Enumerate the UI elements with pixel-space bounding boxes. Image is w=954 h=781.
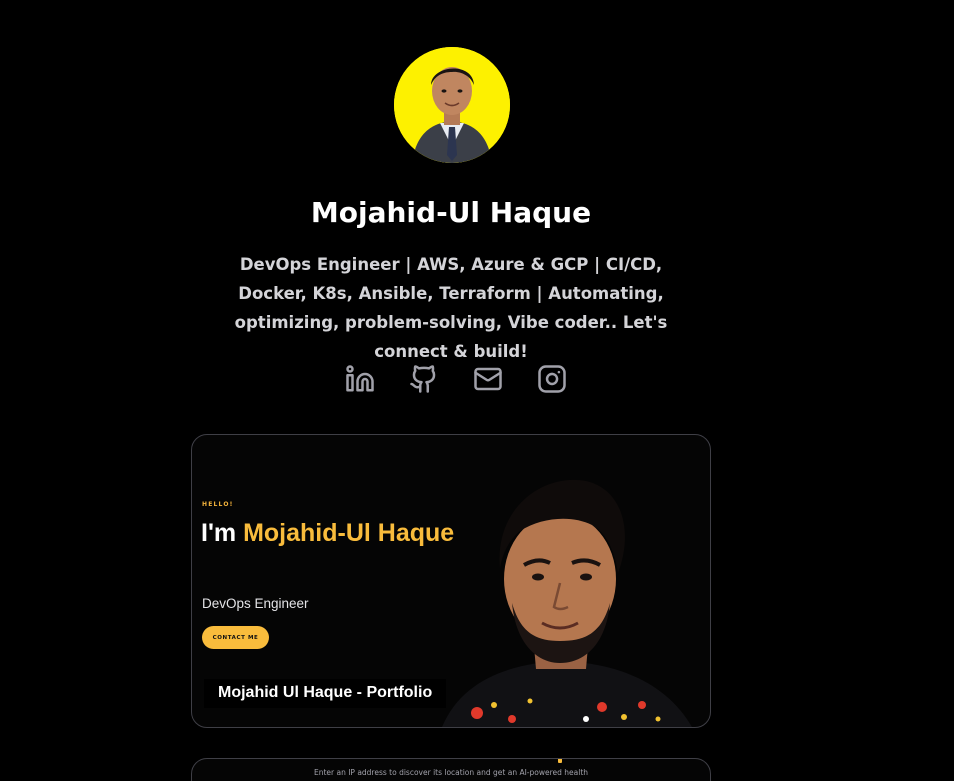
profile-name: Mojahid-Ul Haque (310, 196, 592, 229)
instagram-link[interactable] (535, 362, 569, 396)
card2-description: Enter an IP address to discover its loca… (313, 768, 589, 777)
email-link[interactable] (471, 362, 505, 396)
portfolio-link-card[interactable]: HELLO! I'm Mojahid-Ul Haque DevOps Engin… (191, 434, 711, 728)
linkedin-icon (346, 365, 374, 392)
profile-bio: DevOps Engineer | AWS, Azure & GCP | CI/… (234, 255, 668, 361)
accent-mark (558, 759, 562, 763)
hero-role: DevOps Engineer (202, 596, 309, 611)
mail-icon (474, 367, 502, 391)
ip-locator-link-card[interactable]: Enter an IP address to discover its loca… (191, 758, 711, 781)
contact-me-button: CONTACT ME (202, 626, 269, 649)
card-caption: Mojahid Ul Haque - Portfolio (204, 679, 447, 708)
github-icon (410, 365, 436, 393)
instagram-icon (538, 365, 566, 393)
linkedin-link[interactable] (343, 362, 377, 396)
social-links (343, 362, 569, 396)
avatar (394, 47, 510, 163)
portrait-image (442, 479, 692, 727)
hero-title-prefix: I'm (201, 519, 244, 547)
link-page: Mojahid-Ul Haque DevOps Engineer | AWS, … (0, 0, 954, 781)
avatar-photo (394, 47, 510, 163)
hello-label: HELLO! (202, 501, 234, 508)
github-link[interactable] (407, 362, 441, 396)
